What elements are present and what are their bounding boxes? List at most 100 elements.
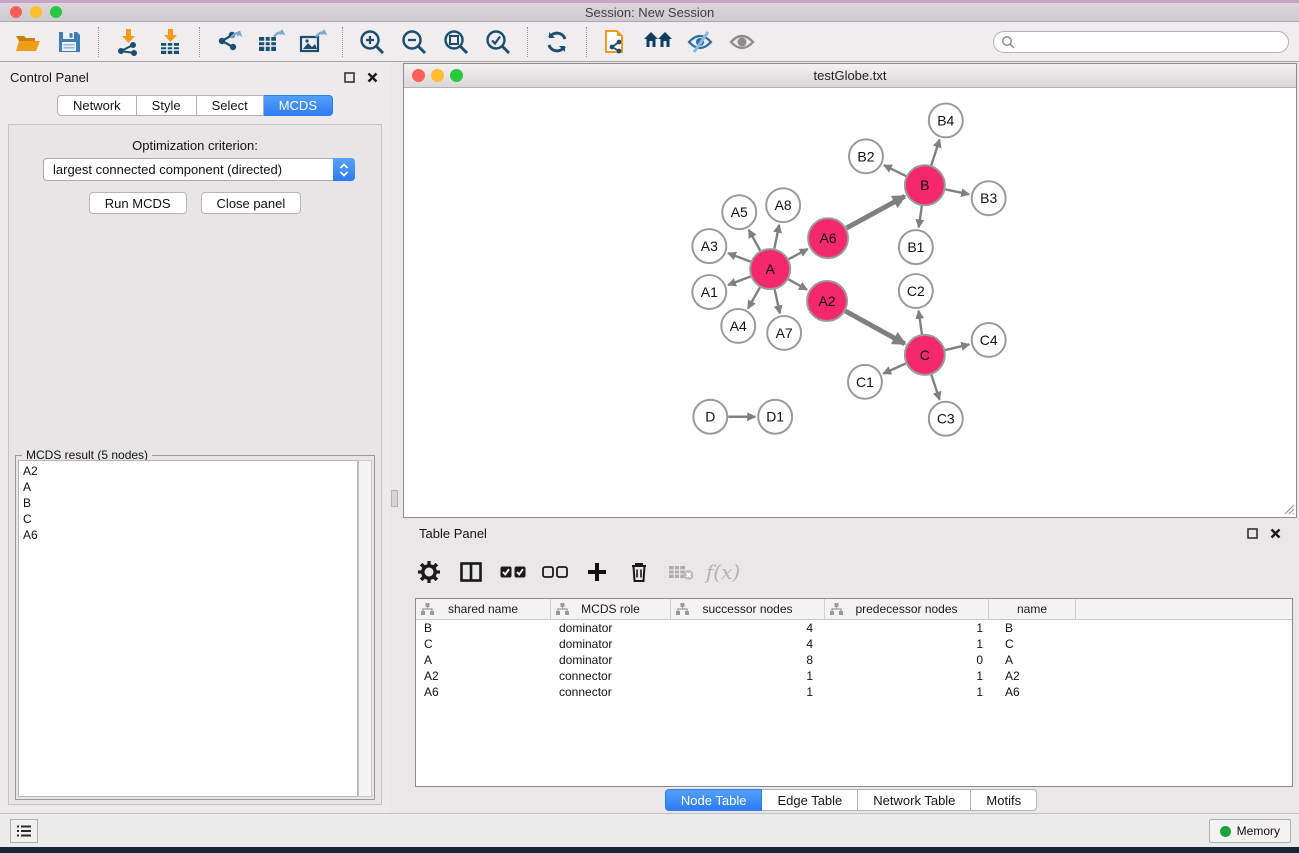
mcds-result-item[interactable]: C bbox=[23, 511, 357, 527]
table-cell[interactable]: connector bbox=[551, 668, 671, 684]
tab-style[interactable]: Style bbox=[137, 95, 197, 116]
tab-select[interactable]: Select bbox=[197, 95, 264, 116]
node-A8[interactable]: A8 bbox=[766, 188, 800, 222]
table-cell[interactable]: C bbox=[416, 636, 551, 652]
deselect-all-icon[interactable] bbox=[541, 559, 569, 585]
node-C1[interactable]: C1 bbox=[848, 365, 882, 399]
gear-icon[interactable] bbox=[415, 559, 443, 585]
edge-A-A7[interactable] bbox=[775, 290, 780, 314]
search-input[interactable] bbox=[1015, 35, 1288, 49]
import-table-icon[interactable] bbox=[155, 27, 185, 57]
import-network-icon[interactable] bbox=[113, 27, 143, 57]
table-cell[interactable]: A2 bbox=[416, 668, 551, 684]
tab-motifs[interactable]: Motifs bbox=[971, 789, 1037, 811]
table-cell[interactable]: 8 bbox=[671, 652, 825, 668]
node-A5[interactable]: A5 bbox=[722, 195, 756, 229]
tab-network[interactable]: Network bbox=[57, 95, 137, 116]
zoom-out-icon[interactable] bbox=[399, 27, 429, 57]
table-cell[interactable]: 1 bbox=[671, 668, 825, 684]
node-C4[interactable]: C4 bbox=[972, 323, 1006, 357]
edge-C-C2[interactable] bbox=[919, 311, 922, 334]
close-panel-button[interactable]: Close panel bbox=[201, 192, 302, 214]
node-C[interactable]: C bbox=[905, 335, 945, 375]
edge-A-A5[interactable] bbox=[749, 230, 760, 251]
network-window-titlebar[interactable]: testGlobe.txt bbox=[404, 64, 1296, 88]
resize-grip-icon[interactable] bbox=[1281, 501, 1295, 515]
column-header-shared-name[interactable]: shared name bbox=[416, 599, 551, 619]
table-cell[interactable]: A2 bbox=[989, 668, 1076, 684]
tab-network-table[interactable]: Network Table bbox=[858, 789, 971, 811]
table-cell[interactable]: 1 bbox=[825, 668, 989, 684]
table-cell[interactable]: C bbox=[989, 636, 1076, 652]
add-column-icon[interactable] bbox=[583, 559, 611, 585]
save-session-icon[interactable] bbox=[54, 27, 84, 57]
edge-C-C4[interactable] bbox=[945, 344, 969, 350]
table-cell[interactable]: A6 bbox=[989, 684, 1076, 700]
edge-A6-B[interactable] bbox=[846, 196, 904, 228]
table-cell[interactable]: 4 bbox=[671, 620, 825, 636]
mcds-result-item[interactable]: A6 bbox=[23, 527, 357, 543]
tab-mcds[interactable]: MCDS bbox=[264, 95, 333, 116]
zoom-fit-icon[interactable] bbox=[441, 27, 471, 57]
select-all-icon[interactable] bbox=[499, 559, 527, 585]
table-cell[interactable]: A bbox=[989, 652, 1076, 668]
tab-node-table[interactable]: Node Table bbox=[665, 789, 763, 811]
node-A[interactable]: A bbox=[750, 249, 790, 289]
open-session-icon[interactable] bbox=[12, 27, 42, 57]
node-B2[interactable]: B2 bbox=[849, 139, 883, 173]
zoom-in-icon[interactable] bbox=[357, 27, 387, 57]
node-A7[interactable]: A7 bbox=[767, 316, 801, 350]
node-C2[interactable]: C2 bbox=[899, 274, 933, 308]
export-table-icon[interactable] bbox=[256, 27, 286, 57]
edge-C-C1[interactable] bbox=[883, 363, 906, 373]
table-cell[interactable]: A6 bbox=[416, 684, 551, 700]
edge-B-B3[interactable] bbox=[945, 189, 969, 194]
table-cell[interactable]: A bbox=[416, 652, 551, 668]
close-panel-icon[interactable] bbox=[364, 69, 380, 85]
table-cell[interactable]: B bbox=[989, 620, 1076, 636]
search-field[interactable] bbox=[993, 31, 1289, 53]
edge-A-A2[interactable] bbox=[788, 279, 807, 289]
network-canvas[interactable]: B4B2BB3A8A5A6A3B1AA1C2A2A4A7C4CC1DD1C3 bbox=[404, 88, 1296, 516]
delete-column-icon[interactable] bbox=[625, 559, 653, 585]
edge-C-C3[interactable] bbox=[931, 375, 939, 400]
node-A3[interactable]: A3 bbox=[692, 229, 726, 263]
table-row[interactable]: Adominator80A bbox=[416, 652, 1292, 668]
table-cell[interactable]: 0 bbox=[825, 652, 989, 668]
columns-icon[interactable] bbox=[457, 559, 485, 585]
tab-edge-table[interactable]: Edge Table bbox=[762, 789, 858, 811]
home-icon[interactable] bbox=[643, 27, 673, 57]
mcds-result-item[interactable]: A2 bbox=[23, 463, 357, 479]
mcds-result-scrollbar[interactable] bbox=[358, 460, 372, 797]
run-mcds-button[interactable]: Run MCDS bbox=[89, 192, 187, 214]
vertical-split-handle[interactable] bbox=[391, 490, 398, 507]
float-panel-icon[interactable] bbox=[341, 69, 357, 85]
zoom-selected-icon[interactable] bbox=[483, 27, 513, 57]
table-cell[interactable]: B bbox=[416, 620, 551, 636]
node-B3[interactable]: B3 bbox=[972, 181, 1006, 215]
edge-A-A3[interactable] bbox=[728, 253, 751, 262]
edge-A2-C[interactable] bbox=[845, 311, 904, 344]
table-cell[interactable]: 1 bbox=[825, 684, 989, 700]
task-history-button[interactable] bbox=[10, 819, 38, 843]
table-cell[interactable]: 1 bbox=[825, 620, 989, 636]
node-A4[interactable]: A4 bbox=[721, 309, 755, 343]
table-row[interactable]: A2connector11A2 bbox=[416, 668, 1292, 684]
refresh-icon[interactable] bbox=[542, 27, 572, 57]
show-selected-icon[interactable] bbox=[727, 27, 757, 57]
node-A2[interactable]: A2 bbox=[807, 281, 847, 321]
edge-A-A1[interactable] bbox=[728, 276, 751, 285]
float-table-panel-icon[interactable] bbox=[1244, 525, 1260, 541]
node-C3[interactable]: C3 bbox=[929, 402, 963, 436]
node-D[interactable]: D bbox=[693, 400, 727, 434]
close-table-panel-icon[interactable] bbox=[1267, 525, 1283, 541]
node-A1[interactable]: A1 bbox=[692, 275, 726, 309]
column-header-predecessor-nodes[interactable]: predecessor nodes bbox=[825, 599, 989, 619]
hide-selected-icon[interactable] bbox=[685, 27, 715, 57]
edge-B-B1[interactable] bbox=[919, 206, 922, 227]
mcds-result-list[interactable]: A2ABCA6 bbox=[18, 460, 358, 797]
edge-B-B4[interactable] bbox=[931, 139, 939, 165]
edge-A-A8[interactable] bbox=[774, 225, 779, 249]
table-row[interactable]: Cdominator41C bbox=[416, 636, 1292, 652]
edge-A-A4[interactable] bbox=[748, 287, 760, 308]
